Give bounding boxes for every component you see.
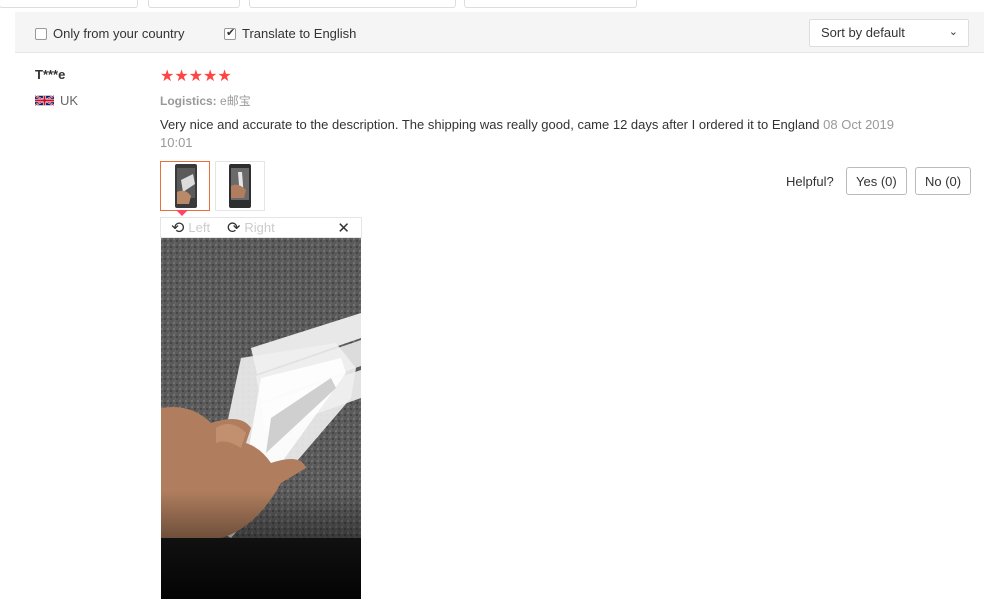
logistics-info: Logistics: e邮宝 (160, 92, 251, 109)
reviewer-info: T***e UK (35, 67, 78, 108)
rotate-right-label: Right (244, 220, 275, 235)
review-photo-enlarged (161, 238, 361, 599)
reviewer-name: T***e (35, 67, 66, 82)
checkbox-box[interactable] (35, 27, 47, 40)
only-country-checkbox[interactable]: Only from your country (35, 26, 185, 41)
rotate-right-icon: ⟳ (227, 218, 241, 237)
chevron-down-icon: ⌄ (948, 26, 958, 38)
country-label: UK (60, 93, 79, 108)
rotate-left-icon: ⟲ (171, 218, 185, 237)
checkbox-box-checked[interactable] (224, 26, 236, 40)
logistics-label: Logistics: (160, 94, 217, 108)
enlarged-photo (161, 238, 361, 599)
sort-select[interactable]: Sort by default ⌄ (809, 19, 969, 47)
logistics-value: e邮宝 (220, 94, 251, 108)
top-strip (0, 0, 984, 12)
review-body: Very nice and accurate to the descriptio… (160, 116, 900, 152)
reviewer-country: UK (35, 93, 78, 108)
rotate-right-button[interactable]: ⟳ Right (227, 218, 275, 237)
top-filter-tab[interactable] (464, 0, 637, 8)
top-filter-tab[interactable] (249, 0, 456, 8)
photo-thumbnail-image (216, 162, 264, 210)
helpful-no-button[interactable]: No (0) (915, 167, 972, 195)
top-filter-tab[interactable] (0, 0, 138, 8)
top-filter-tab[interactable] (148, 0, 240, 8)
image-viewer-toolbar: ⟲ Left ⟳ Right ✕ (160, 217, 362, 238)
translate-checkbox[interactable]: Translate to English (224, 26, 356, 41)
helpful-label: Helpful? (786, 174, 834, 189)
review-filter-bar: Only from your country Translate to Engl… (15, 12, 984, 53)
star-rating: ★★★★★ (160, 68, 232, 85)
review-photo-thumb[interactable] (215, 161, 265, 211)
uk-flag-icon (35, 95, 54, 106)
photo-thumbnail-image (161, 162, 209, 210)
translate-label: Translate to English (242, 26, 357, 41)
review-photo-thumb[interactable] (160, 161, 210, 211)
helpful-yes-button[interactable]: Yes (0) (846, 167, 907, 195)
only-country-label: Only from your country (53, 26, 185, 41)
active-thumb-pointer (176, 210, 188, 216)
rotate-left-label: Left (188, 220, 211, 235)
sort-value: Sort by default (821, 25, 905, 40)
review-text: Very nice and accurate to the descriptio… (160, 117, 820, 132)
rotate-left-button[interactable]: ⟲ Left (171, 218, 211, 237)
close-icon[interactable]: ✕ (337, 219, 350, 237)
